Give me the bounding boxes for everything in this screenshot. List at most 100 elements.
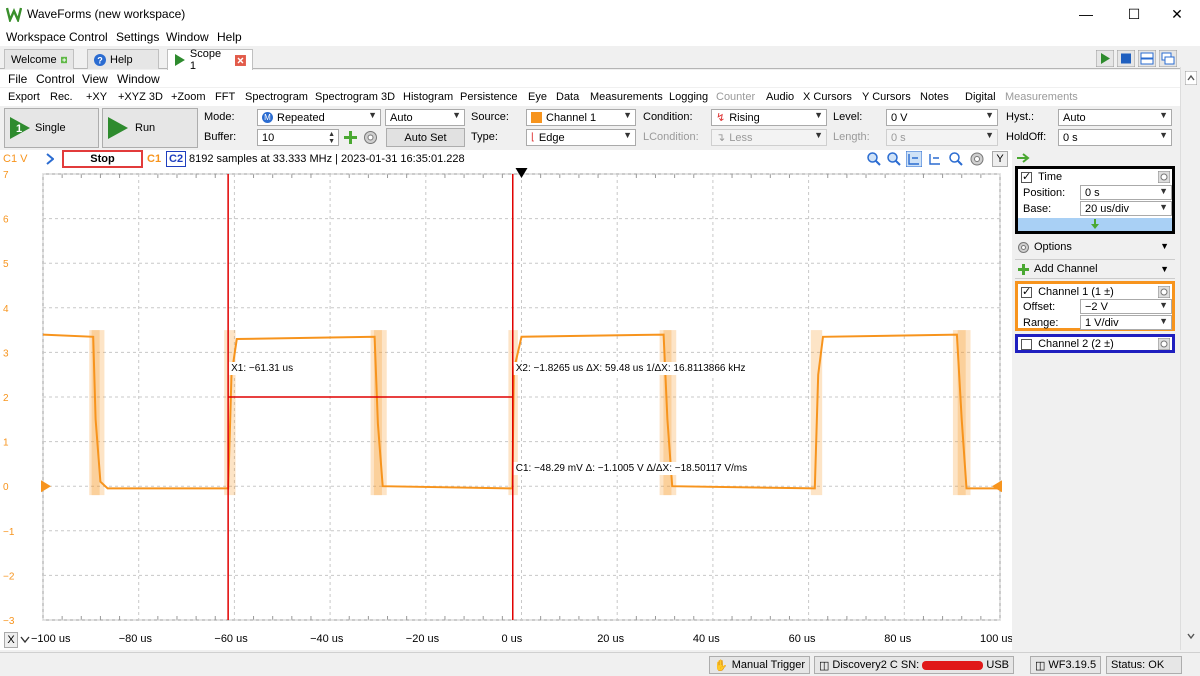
menu-help[interactable]: Help [217, 30, 242, 44]
x-tick-label: 20 us [597, 633, 625, 645]
menu-settings[interactable]: Settings [116, 30, 159, 44]
menu-scope-window[interactable]: Window [117, 72, 160, 86]
chevron-right-icon[interactable] [46, 153, 54, 165]
status-button[interactable]: Status: OK [1106, 656, 1182, 674]
add-channel-row[interactable]: Add Channel ▼ [1015, 259, 1175, 279]
time-checkbox[interactable] [1021, 170, 1032, 183]
mode-select[interactable]: M Repeated ▼ [257, 109, 381, 126]
acquisition-controls: 1 Single Run Mode: M Repeated ▼ Auto ▼ B… [0, 106, 1200, 150]
toolbar-measurements[interactable]: Measurements [590, 91, 663, 103]
menu-window[interactable]: Window [166, 30, 209, 44]
toolbar-y-cursors[interactable]: Y Cursors [862, 91, 911, 103]
toolbar-x-cursors[interactable]: X Cursors [803, 91, 852, 103]
close-tab-icon[interactable] [235, 54, 246, 66]
toolbar-rec[interactable]: Rec. [50, 91, 73, 103]
channel-1-settings-icon[interactable] [1158, 286, 1170, 298]
toolbar-audio[interactable]: Audio [766, 91, 794, 103]
layout-tile-icon[interactable] [1138, 50, 1156, 67]
y-tick-label: −3 [3, 616, 15, 627]
plus-icon[interactable] [60, 53, 67, 67]
c1-toggle[interactable]: C1 [147, 153, 161, 165]
single-button[interactable]: 1 Single [4, 108, 99, 148]
zoom-out-icon[interactable] [886, 151, 902, 167]
horizontal-cursor-icon[interactable] [927, 151, 943, 167]
time-settings-icon[interactable] [1158, 171, 1170, 183]
auto-set-button[interactable]: Auto Set [386, 128, 465, 147]
minimize-icon[interactable]: — [1063, 0, 1109, 28]
spinner-icon[interactable]: ▲ ▼ [328, 131, 335, 145]
manual-trigger-button[interactable]: ✋ Manual Trigger [709, 656, 811, 674]
menu-scope-control[interactable]: Control [36, 72, 75, 86]
cursor-mode-icon[interactable] [906, 151, 922, 167]
run-all-icon[interactable] [1096, 50, 1114, 67]
close-icon[interactable]: ✕ [1154, 0, 1200, 28]
tab-help[interactable]: ? Help [87, 49, 159, 69]
toolbar-persistence[interactable]: Persistence [460, 91, 517, 103]
channel-2-settings-icon[interactable] [1158, 338, 1170, 350]
toolbar-notes[interactable]: Notes [920, 91, 949, 103]
maximize-icon[interactable]: ☐ [1111, 0, 1157, 28]
menu-workspace[interactable]: Workspace [6, 30, 66, 44]
tab-welcome[interactable]: Welcome [4, 49, 74, 69]
plot-canvas[interactable]: 7 6 5 4 3 2 1 0 −1 −2 −3 X1: −61.31 us X2: −1.8265 u… [0, 168, 1012, 630]
x-tick-label: 60 us [788, 633, 816, 645]
source-select[interactable]: Channel 1 ▼ [526, 109, 636, 126]
plot-settings-icon[interactable] [969, 151, 985, 167]
base-select[interactable]: 20 us/div ▼ [1080, 201, 1172, 216]
time-collapse-bar[interactable] [1018, 218, 1172, 231]
menu-view[interactable]: View [82, 72, 108, 86]
oscilloscope-plot[interactable]: 7 6 5 4 3 2 1 0 −1 −2 −3 X1: −61.31 us X2: −1.8265 u… [0, 168, 1012, 630]
vertical-scrollbar[interactable] [1180, 67, 1200, 650]
condition-select[interactable]: ↯ Rising ▼ [711, 109, 827, 126]
settings-gear-icon[interactable] [363, 130, 378, 145]
type-select[interactable]: ⌊ Edge ▼ [526, 129, 636, 146]
device-button[interactable]: ◫ Discovery2 C SN: USB [814, 656, 1014, 674]
scroll-up-icon[interactable] [1185, 71, 1197, 85]
offset-select[interactable]: −2 V ▼ [1080, 299, 1172, 314]
version-button[interactable]: ◫ WF3.19.5 [1030, 656, 1102, 674]
channel-2-header: Channel 2 (2 ±) [1021, 338, 1114, 350]
toolbar-zoom[interactable]: +Zoom [171, 91, 206, 103]
menu-control[interactable]: Control [69, 30, 108, 44]
tab-scope-1[interactable]: Scope 1 [167, 48, 253, 72]
scroll-down-icon[interactable] [1185, 629, 1197, 643]
toolbar-xyz-3d[interactable]: +XYZ 3D [118, 91, 163, 103]
toolbar-data[interactable]: Data [556, 91, 579, 103]
buffer-input[interactable]: 10 ▲ ▼ [257, 129, 339, 146]
mode-auto-value: Auto [390, 111, 413, 124]
chevron-down-icon[interactable] [20, 634, 30, 646]
options-row[interactable]: Options ▼ [1015, 238, 1175, 256]
toolbar-spectrogram-3d[interactable]: Spectrogram 3D [315, 91, 395, 103]
c2-toggle[interactable]: C2 [166, 151, 187, 167]
x-axis-button[interactable]: X [4, 632, 18, 648]
right-panel: Time Position: 0 s ▼ Base: 20 us/div ▼ O… [1012, 150, 1178, 650]
holdoff-select[interactable]: 0 s ▼ [1058, 129, 1172, 146]
toolbar-eye[interactable]: Eye [528, 91, 547, 103]
mode-value: Repeated [277, 111, 325, 124]
toolbar-spectrogram[interactable]: Spectrogram [245, 91, 308, 103]
menu-file[interactable]: File [8, 72, 27, 86]
stop-all-icon[interactable] [1117, 50, 1135, 67]
single-play-icon: 1 [10, 117, 30, 139]
y-axis-button[interactable]: Y [992, 151, 1008, 167]
run-button[interactable]: Run [102, 108, 198, 148]
level-select[interactable]: 0 V ▼ [886, 109, 998, 126]
toolbar-export[interactable]: Export [8, 91, 40, 103]
magnify-icon[interactable] [948, 151, 964, 167]
arrow-right-icon[interactable] [1016, 153, 1030, 163]
toolbar-xy[interactable]: +XY [86, 91, 107, 103]
toolbar-measurements-2: Measurements [1005, 91, 1078, 103]
toolbar-fft[interactable]: FFT [215, 91, 235, 103]
position-select[interactable]: 0 s ▼ [1080, 185, 1172, 200]
layout-cascade-icon[interactable] [1159, 50, 1177, 67]
toolbar-histogram[interactable]: Histogram [403, 91, 453, 103]
range-select[interactable]: 1 V/div ▼ [1080, 315, 1172, 330]
mode-auto-select[interactable]: Auto ▼ [385, 109, 465, 126]
toolbar-digital[interactable]: Digital [965, 91, 996, 103]
channel-2-checkbox[interactable] [1021, 338, 1032, 350]
hyst-select[interactable]: Auto ▼ [1058, 109, 1172, 126]
zoom-in-icon[interactable] [866, 151, 882, 167]
channel-1-checkbox[interactable] [1021, 285, 1032, 298]
toolbar-logging[interactable]: Logging [669, 91, 708, 103]
add-icon[interactable] [343, 130, 358, 145]
